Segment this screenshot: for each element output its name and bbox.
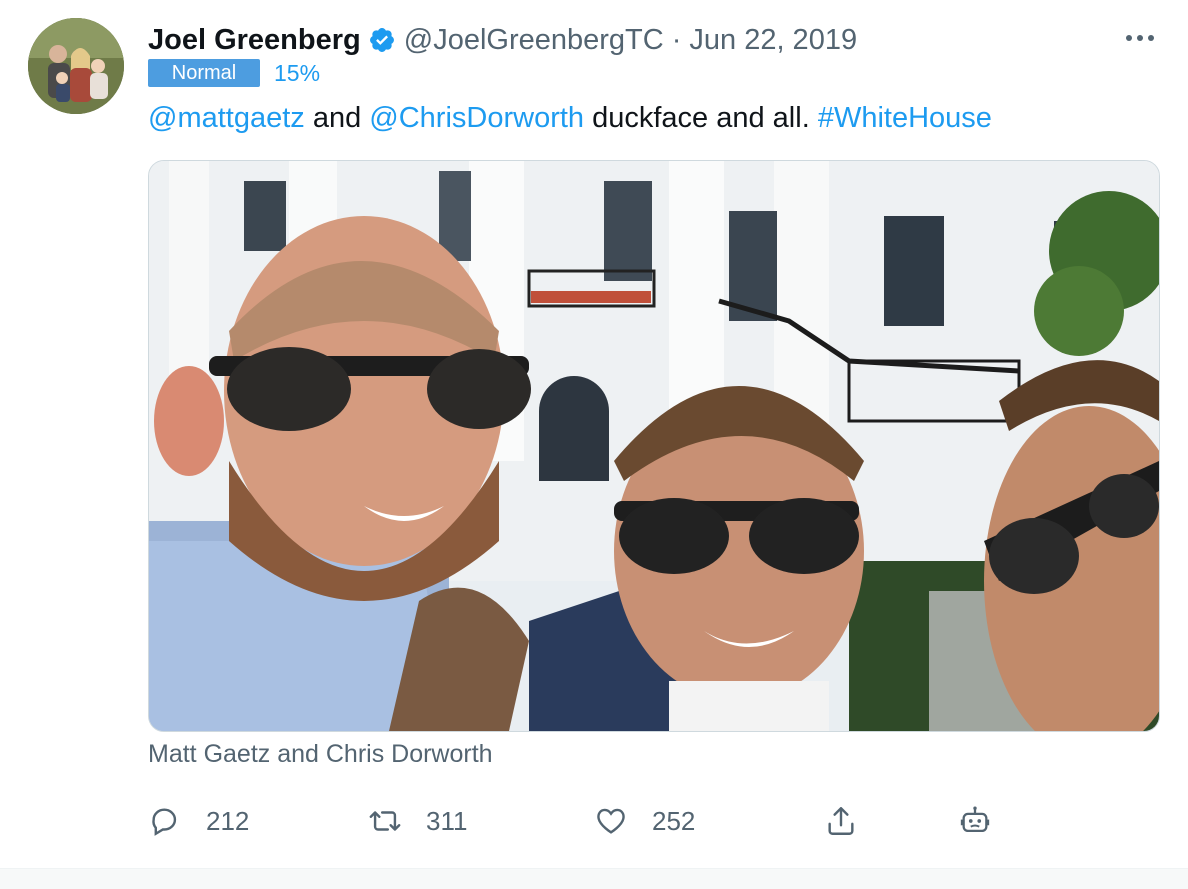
tweet-media-photo[interactable] bbox=[148, 160, 1160, 732]
media-caption: Matt Gaetz and Chris Dorworth bbox=[148, 740, 493, 768]
like-button[interactable]: 252 bbox=[594, 798, 695, 844]
tweet-date[interactable]: Jun 22, 2019 bbox=[689, 24, 857, 57]
reply-icon bbox=[152, 808, 177, 836]
tweet-header: Joel Greenberg @JoelGreenbergTC · Jun 22… bbox=[148, 20, 857, 60]
more-options-button[interactable] bbox=[1122, 22, 1158, 54]
retweet-icon bbox=[369, 811, 401, 831]
more-options-icon bbox=[1126, 35, 1154, 41]
retweet-count: 311 bbox=[426, 805, 468, 836]
retweet-button[interactable]: 311 bbox=[368, 798, 467, 844]
avatar-photo bbox=[28, 18, 124, 114]
author-handle[interactable]: @JoelGreenbergTC bbox=[404, 24, 664, 57]
bot-check-button[interactable] bbox=[958, 798, 992, 844]
tweet-text: @mattgaetz and @ChrisDorworth duckface a… bbox=[148, 100, 992, 136]
verified-badge-icon bbox=[369, 28, 394, 52]
timeline-divider bbox=[0, 868, 1188, 889]
author-name[interactable]: Joel Greenberg bbox=[148, 24, 361, 57]
share-button[interactable] bbox=[824, 798, 858, 844]
share-icon bbox=[828, 807, 854, 835]
tone-badge-row: Normal 15% bbox=[148, 59, 320, 87]
header-separator: · bbox=[671, 23, 682, 56]
mention-link[interactable]: @ChrisDorworth bbox=[369, 102, 584, 134]
heart-icon bbox=[597, 808, 625, 834]
tweet-action-bar: 212 311 252 bbox=[148, 798, 1008, 844]
tweet-text-fragment: and bbox=[304, 102, 370, 134]
selfie-photo bbox=[149, 161, 1159, 731]
robot-icon bbox=[960, 806, 990, 833]
hashtag-link[interactable]: #WhiteHouse bbox=[818, 102, 992, 134]
tone-percent: 15% bbox=[274, 59, 321, 86]
reply-count: 212 bbox=[206, 805, 250, 836]
tweet-text-fragment: duckface and all. bbox=[584, 102, 818, 134]
like-count: 252 bbox=[652, 805, 696, 836]
tone-badge: Normal bbox=[148, 59, 260, 87]
reply-button[interactable]: 212 bbox=[148, 798, 249, 844]
author-avatar[interactable] bbox=[28, 18, 124, 114]
mention-link[interactable]: @mattgaetz bbox=[148, 102, 305, 134]
